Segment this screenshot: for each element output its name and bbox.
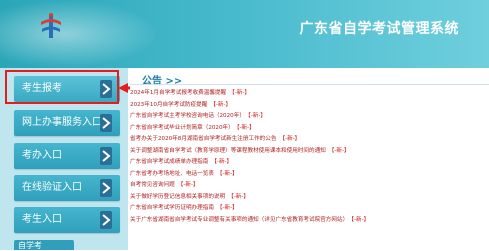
- sidebar-item-exam-office[interactable]: 考办入口: [14, 143, 120, 169]
- sidebar-item-partial[interactable]: 自学考: [14, 240, 74, 250]
- sidebar-item-label: 考办入口: [22, 150, 62, 161]
- list-item[interactable]: 广东省自学考试学历证明办理指南 【-新-】: [130, 203, 489, 215]
- sidebar-item-online-service[interactable]: 网上办事服务入口: [14, 110, 120, 136]
- list-item[interactable]: 广东省自学考试毕业计划简章（2020年） 【-新-】: [130, 123, 489, 135]
- site-title: 广东省自学考试管理系统: [299, 21, 459, 37]
- list-item[interactable]: 自考常见咨询问题 【-新-】: [130, 180, 489, 192]
- list-item[interactable]: 广东省自学考试成绩单办理指南 【-新-】: [130, 157, 489, 169]
- list-item[interactable]: 2023年10月自学考试防疫提醒 【-新-】: [130, 100, 489, 112]
- header-banner: 广东省自学考试管理系统: [0, 0, 489, 68]
- sidebar-item-label: 考生入口: [22, 214, 62, 225]
- sidebar-item-label: 网上办事服务入口: [22, 117, 102, 128]
- chevron-right-icon: [100, 147, 112, 165]
- list-item[interactable]: 广东省自学考试主考学校咨询电话（2020年） 【-新-】: [130, 111, 489, 123]
- list-item[interactable]: 关于调整湖南省自学考试（教育学原理）等课程教材使用课本和使用时间的通知 【-新-】: [130, 146, 489, 158]
- logo-icon: [41, 13, 61, 38]
- sidebar-item-label: 在线验证入口: [22, 182, 82, 193]
- banner-glow: [0, 0, 160, 68]
- notice-panel: 公告 >> 2024年1月自学考试报考收费温馨提醒 【-新-】 2023年10月自…: [130, 68, 489, 250]
- chevron-right-icon: [100, 114, 112, 132]
- chevron-right-icon: [100, 211, 112, 229]
- list-item[interactable]: 关于广东省湖南省自学考试专业调整有关事项的通知（详见广东省教育考试院官方网站）【…: [130, 215, 489, 227]
- list-item[interactable]: 广东省考办考场地址、电话一览表 【-新-】: [130, 169, 489, 181]
- sidebar-item-label: 自学考: [18, 241, 42, 250]
- sidebar-item-online-verify[interactable]: 在线验证入口: [14, 175, 120, 201]
- notice-list: 2024年1月自学考试报考收费温馨提醒 【-新-】 2023年10月自学考试防疫提…: [130, 88, 489, 226]
- sidebar-item-candidate[interactable]: 考生入口: [14, 207, 120, 233]
- list-item[interactable]: 2024年1月自学考试报考收费温馨提醒 【-新-】: [130, 88, 489, 100]
- divider: [130, 84, 489, 85]
- chevron-right-icon: [100, 179, 112, 197]
- list-item[interactable]: 关于做好学历登记信息相关事项的说明 【-新-】: [130, 192, 489, 204]
- list-item[interactable]: 省考办关于2020年8月湖南省自学考试新生注册工作的公告 【-新-】: [130, 134, 489, 146]
- highlight-box: [5, 70, 119, 104]
